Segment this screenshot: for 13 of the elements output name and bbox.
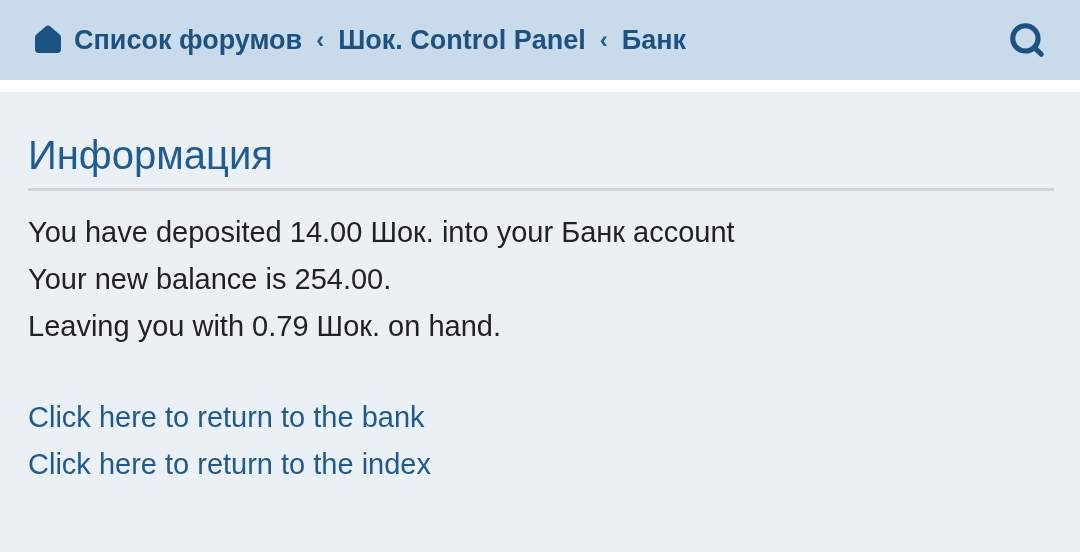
message-text: Leaving you with 0.79 Шок. on hand. [28, 309, 502, 344]
message-text: Your new balance is 254.00. [28, 262, 393, 297]
breadcrumb-separator: ‹ [599, 25, 608, 55]
breadcrumb-link[interactable]: Шок. Control Panel [338, 19, 586, 61]
page-title: Информация [28, 132, 274, 179]
home-icon [32, 24, 64, 56]
message-text: You have deposited 14.00 Шок. into your Банк account [28, 215, 736, 250]
search-icon[interactable] [1008, 21, 1046, 59]
breadcrumb-link[interactable]: Банк [621, 19, 687, 61]
breadcrumb-separator: ‹ [316, 25, 325, 55]
return-link[interactable]: Click here to return to the index [28, 448, 431, 480]
return-link[interactable]: Click here to return to the bank [28, 401, 425, 433]
breadcrumb-link[interactable]: Список форумов [32, 19, 303, 61]
